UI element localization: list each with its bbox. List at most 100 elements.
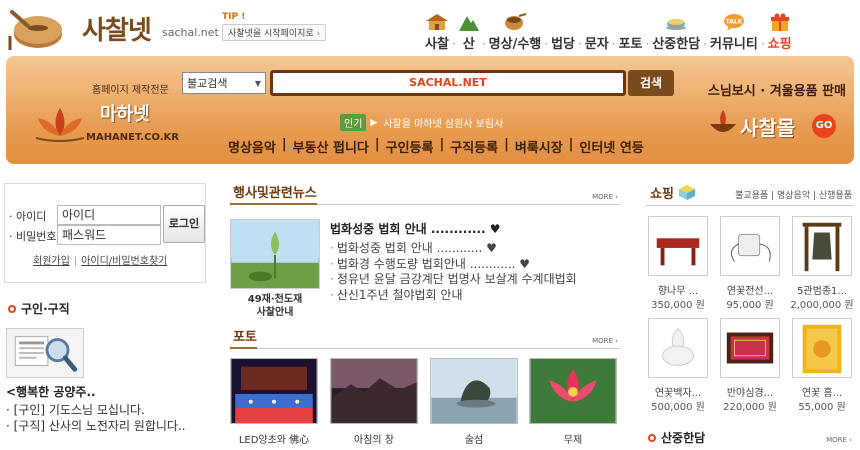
link-separator: | [374, 137, 380, 152]
top-bar: 사찰넷 sachal.net TIP ! 사찰넷을 시작페이지로 › 사찰 · 산… [0, 0, 860, 55]
list-item[interactable]: · [구인] 기도스님 모십니다. [6, 402, 186, 418]
search-input[interactable]: SACHAL.NET [270, 70, 626, 96]
jobs-section-title[interactable]: 구인·구직 [8, 300, 70, 317]
mahanet-ad[interactable]: 홈페이지 제작전문 마하넷 MAHANET.CO.KR [30, 78, 179, 156]
link-meditation-music[interactable]: 명상음악 [228, 137, 276, 156]
link-flea-market[interactable]: 벼룩시장 [515, 137, 563, 156]
set-homepage-button[interactable]: 사찰넷을 시작페이지로 › [222, 24, 327, 41]
nav-label: 산중한담 [652, 37, 701, 52]
nav-item-sachal[interactable]: 사찰 [425, 6, 449, 52]
product-thumb[interactable] [648, 216, 708, 276]
newspaper-magnifier-icon [6, 328, 84, 378]
tip-label: TIP ! [222, 12, 246, 22]
list-item[interactable]: 법화경 수행도량 법회안내 ............ ♥ [330, 257, 577, 273]
list-item[interactable]: 정유년 윤달 금강계단 법명사 보살계 수계대법회 [330, 272, 577, 288]
jobs-list: · [구인] 기도스님 모십니다. · [구직] 산사의 노전자리 원합니다.. [6, 402, 186, 434]
news-more-link[interactable]: MORE › [592, 193, 618, 201]
product-name[interactable]: 연꽃백자... [646, 384, 710, 399]
nav-item-dharma-hall[interactable]: 법당 [551, 6, 575, 52]
cube-icon [679, 185, 696, 200]
nav-label: 문자 [584, 37, 609, 52]
link-job-seek-register[interactable]: 구직등록 [450, 137, 498, 156]
list-item[interactable]: · [구직] 산사의 노전자리 원합니다.. [6, 418, 186, 434]
talk-section-title[interactable]: 산중한담 [648, 429, 705, 446]
join-link[interactable]: 회원가입 [33, 256, 70, 267]
product-name[interactable]: 연꽃전선... [718, 282, 782, 297]
news-top-headline[interactable]: 법화성중 법회 안내 ............ ♥ [330, 220, 501, 237]
news-thumb-caption[interactable]: 49재·천도재 사찰안내 [230, 293, 320, 319]
product-thumb[interactable] [720, 216, 780, 276]
sachalmall-ad[interactable]: 스님보시 · 겨울용품 판매 사찰몰 GO [696, 78, 846, 158]
nav-item-photo[interactable]: 포토 [619, 6, 643, 52]
go-button[interactable]: GO [812, 114, 836, 138]
photo-caption[interactable]: 술섬 [430, 431, 518, 446]
list-item[interactable]: 산신1주년 철야법회 안내 [330, 288, 577, 304]
moktak-logo-icon[interactable] [8, 6, 70, 50]
tea-cup-icon [665, 11, 687, 31]
login-button[interactable]: 로그인 [163, 205, 205, 243]
mahanet-name: 마하넷 [100, 104, 150, 125]
news-thumbnail[interactable] [230, 219, 320, 289]
product-thumb[interactable] [720, 318, 780, 378]
nav-item-shopping[interactable]: 쇼핑 [768, 6, 792, 52]
popular-keywords[interactable]: 사찰을 마하넷 삼원사 보림사 [383, 115, 503, 130]
alms-bowl-icon [710, 110, 736, 132]
talk-bubble-icon: TALK [723, 11, 745, 31]
product-name[interactable]: 연꽃 홈... [790, 384, 854, 399]
nav-item-meditation[interactable]: 명상/수행 [489, 6, 541, 52]
chevron-down-icon: ▼ [254, 78, 261, 88]
photo-caption[interactable]: 무제 [529, 431, 617, 446]
shop-categories[interactable]: 불교용품 | 명상음악 | 산행용품 [735, 188, 852, 201]
photo-more-link[interactable]: MORE › [592, 337, 618, 345]
photo-caption[interactable]: LED양초와 佛心 [230, 431, 318, 446]
nav-item-mountain[interactable]: 산 [458, 6, 479, 52]
id-input[interactable]: 아이디 [57, 205, 161, 225]
photo-lotus-flower[interactable] [529, 358, 617, 424]
nav-label: 쇼핑 [767, 37, 792, 52]
link-real-estate[interactable]: 부동산 펍니다 [293, 137, 369, 156]
product-thumb[interactable] [792, 318, 852, 378]
link-job-offer-register[interactable]: 구인등록 [386, 137, 434, 156]
chevron-right-icon: › [316, 29, 321, 39]
search-category-value: 불교검색 [187, 77, 228, 90]
talk-more-link[interactable]: MORE › [826, 436, 852, 444]
nav-label: 산 [462, 37, 475, 52]
search-category-select[interactable]: 불교검색 ▼ [182, 72, 266, 94]
site-domain: sachal.net [162, 26, 219, 39]
product-name[interactable]: 향나무 ... [646, 282, 710, 297]
site-logo-text[interactable]: 사찰넷 [82, 10, 152, 47]
nav-label: 포토 [618, 37, 643, 52]
mountain-icon [458, 11, 479, 31]
nav-separator: · [645, 37, 650, 51]
news-caption-line2: 사찰안내 [256, 307, 294, 318]
photo-led-candle[interactable] [230, 358, 318, 424]
find-account-link[interactable]: 아이디/비밀번호찾기 [81, 256, 167, 267]
product-thumb[interactable] [792, 216, 852, 276]
login-box: · 아이디 · 비밀번호 아이디 패스워드 로그인 회원가입 | 아이디/비밀번호찾… [4, 183, 206, 283]
link-internet-lantern[interactable]: 인터넷 연등 [579, 137, 643, 156]
photo-morning-window[interactable] [330, 358, 418, 424]
password-input[interactable]: 패스워드 [57, 225, 161, 245]
mahanet-domain: MAHANET.CO.KR [86, 132, 179, 143]
shop-section-title[interactable]: 쇼핑 [650, 183, 696, 202]
nav-item-community[interactable]: TALK 커뮤니티 [710, 6, 758, 52]
news-section-title[interactable]: 행사및관련뉴스 [230, 182, 317, 205]
product-price: 220,000 원 [723, 402, 777, 413]
sachalmall-name: 사찰몰 [740, 116, 796, 140]
photo-island[interactable] [430, 358, 518, 424]
password-label: · 비밀번호 [9, 230, 57, 243]
jobs-headline[interactable]: <행복한 공양주.. [6, 383, 96, 400]
product-name[interactable]: 5관범종1... [790, 282, 854, 297]
nav-item-talk[interactable]: 산중한담 [652, 6, 700, 52]
product-thumb[interactable] [648, 318, 708, 378]
product-price: 350,000 원 [651, 300, 705, 311]
nav-label: 법당 [551, 37, 575, 52]
list-item[interactable]: 법화성중 법회 안내 ............ ♥ [330, 241, 577, 257]
photo-caption[interactable]: 아침의 창 [330, 431, 418, 446]
search-button[interactable]: 검색 [628, 70, 674, 96]
news-caption-line1: 49재·천도재 [247, 294, 303, 305]
photo-section-title[interactable]: 포토 [230, 326, 257, 349]
product-name[interactable]: 반야심경... [718, 384, 782, 399]
nav-item-sms[interactable]: 문자 [585, 6, 609, 52]
banner-quick-links: 명상음악 | 부동산 펍니다 | 구인등록 | 구직등록 | 벼룩시장 | 인터넷 연등 [228, 137, 644, 156]
